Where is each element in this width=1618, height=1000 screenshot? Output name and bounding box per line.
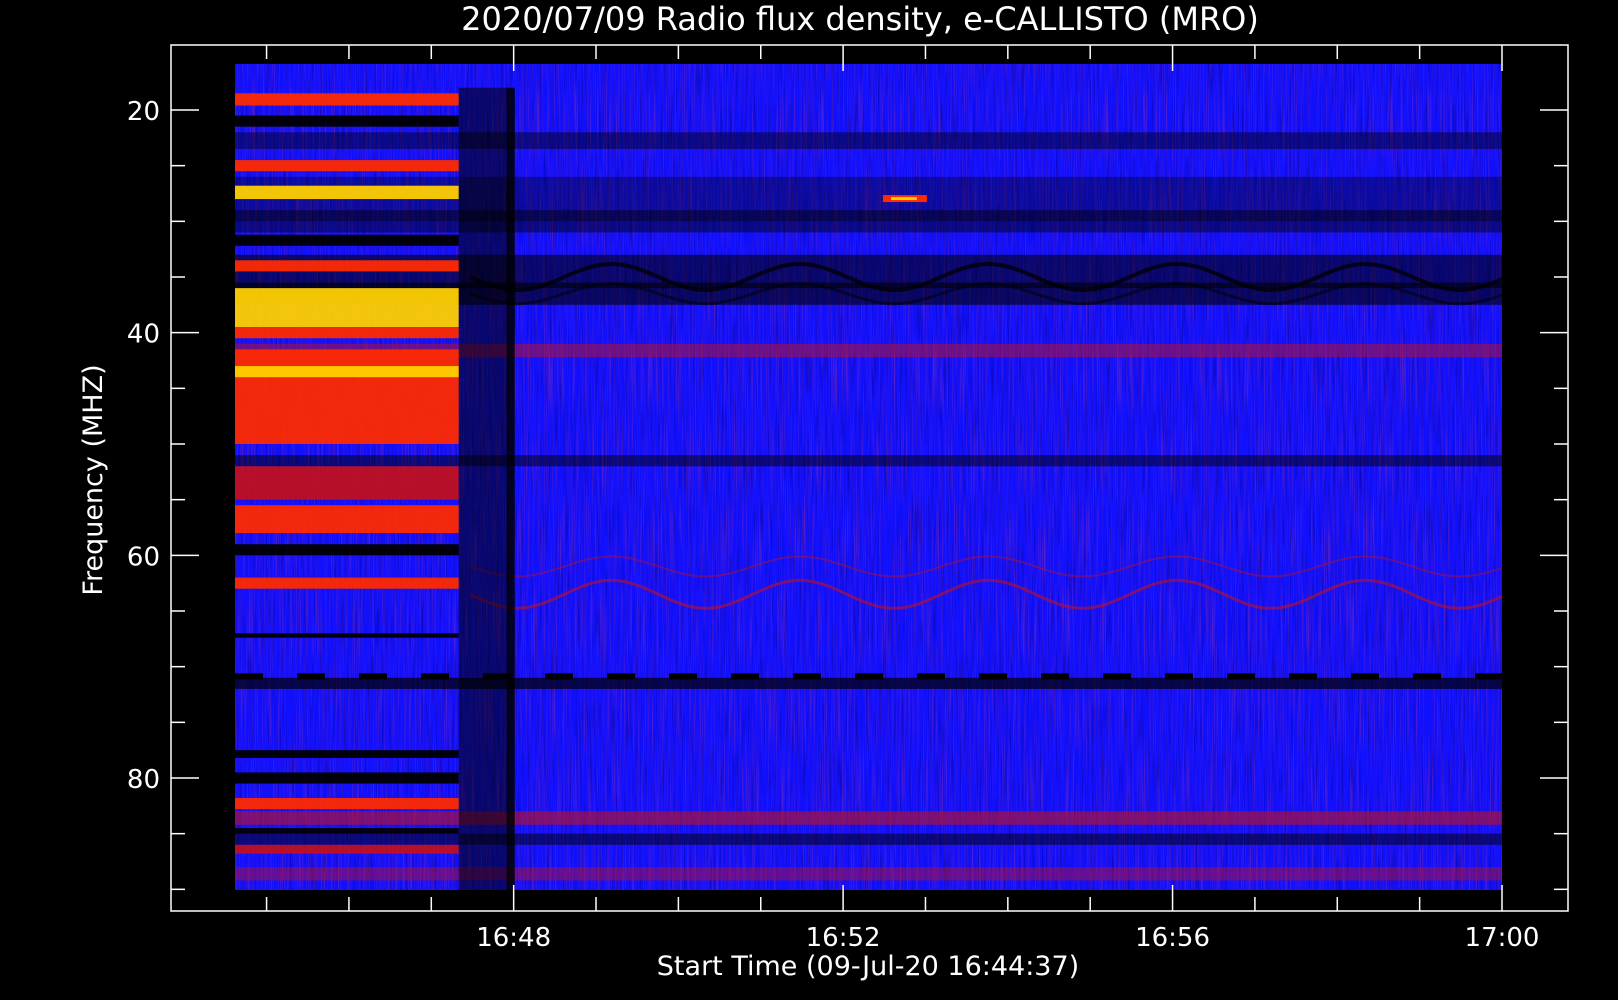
burst-stripe [235,366,459,378]
spectrogram-band [235,867,1502,881]
spectrogram-dash [731,673,759,680]
burst-stripe [235,828,459,834]
spectrogram-band [235,455,1502,467]
burst-edge-line [506,87,515,890]
spectrogram-chart: 2020/07/09 Radio flux density, e-CALLIST… [78,0,1569,982]
spectrogram-band [235,132,1502,149]
spectrogram-band [235,811,1502,825]
spectrogram-dash [1103,673,1131,680]
burst-stripe [235,633,459,638]
x-tick-label: 16:52 [806,923,881,953]
spectrogram-dash [793,673,821,680]
spectrogram-dash [1289,673,1317,680]
y-tick-label: 20 [127,97,160,127]
y-tick-label: 60 [127,542,160,572]
spectrogram-dash [297,673,325,680]
burst-stripe [235,544,459,556]
spectrogram-dash [1227,673,1255,680]
burst-stripe [235,185,459,200]
spectrogram-dash [669,673,697,680]
x-tick-label: 17:00 [1465,923,1540,953]
burst-stripe [235,505,459,534]
spectrogram-dash [1475,673,1502,680]
spectrogram-dash [235,673,263,680]
burst-stripe [235,750,459,758]
chart-title: 2020/07/09 Radio flux density, e-CALLIST… [461,0,1259,38]
burst-stripe [235,93,459,106]
burst-stripe [235,115,459,127]
burst-stripe [235,844,459,854]
burst-stripe [235,288,459,328]
burst-stripe [235,327,459,339]
burst-stripe [235,260,459,272]
burst-edge [458,87,509,890]
x-axis-label: Start Time (09-Jul-20 16:44:37) [657,951,1079,982]
spectrogram-dash [607,673,635,680]
spectrogram-band [235,833,1502,845]
spectrogram-heatmap [235,64,1502,890]
spectrogram-dash [1041,673,1069,680]
burst-stripe [235,160,459,172]
spectrogram-dash [1165,673,1193,680]
burst-stripe [235,577,459,589]
x-tick-label: 16:56 [1135,923,1210,953]
narrowband-emission-core [890,197,917,201]
x-tick-label: 16:48 [476,923,551,953]
y-axis-label: Frequency (MHZ) [78,364,109,595]
y-tick-label: 80 [127,765,160,795]
burst-stripe [235,466,459,500]
spectrogram-dash [855,673,883,680]
spectrogram-band [235,210,1502,233]
burst-stripe [235,349,459,444]
spectrogram-dash [545,673,573,680]
spectrogram-dash [917,673,945,680]
spectrogram-dash [1413,673,1441,680]
y-tick-label: 40 [127,320,160,350]
burst-stripe [235,234,459,246]
spectrogram-dash [1351,673,1379,680]
burst-stripe [235,772,459,784]
spectrogram-dash [421,673,449,680]
spectrogram-dash [979,673,1007,680]
spectrogram-dash [359,673,387,680]
burst-stripe [235,798,459,810]
spectrogram-band [235,677,1502,689]
